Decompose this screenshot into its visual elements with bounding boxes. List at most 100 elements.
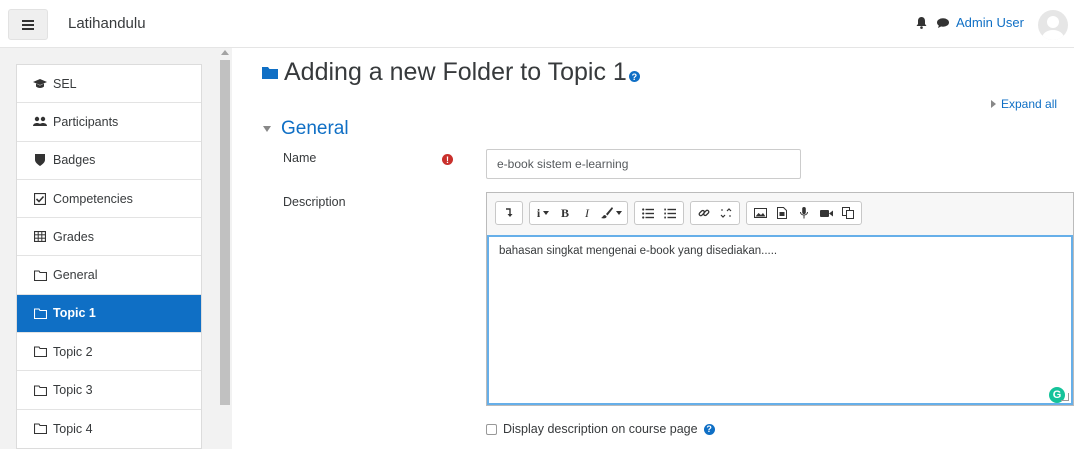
name-label: Name <box>283 151 317 165</box>
avatar-placeholder-icon <box>1042 16 1064 40</box>
check-square-icon <box>34 192 46 205</box>
show-more-buttons[interactable] <box>498 202 520 224</box>
italic-button[interactable]: I <box>576 202 598 224</box>
name-input[interactable] <box>486 149 801 179</box>
bell-icon[interactable] <box>916 17 927 29</box>
sidebar-item-label: Grades <box>53 229 94 244</box>
sidebar-item-label: Badges <box>53 153 96 168</box>
sidebar-item-topic-2[interactable]: Topic 2 <box>17 333 201 372</box>
resize-handle-icon[interactable] <box>1061 393 1069 401</box>
sidebar-item-label: Topic 3 <box>53 383 93 398</box>
user-menu-name[interactable]: Admin User <box>956 15 1024 30</box>
description-label: Description <box>283 195 346 209</box>
unlink-icon <box>720 208 732 218</box>
sidebar-item-label: Topic 1 <box>53 306 96 321</box>
display-description-row: Display description on course page ? <box>486 422 715 436</box>
sidebar-item-label: Participants <box>53 114 119 129</box>
link-icon <box>698 209 710 217</box>
ordered-list-button[interactable] <box>659 202 681 224</box>
microphone-icon <box>800 207 808 219</box>
folder-icon <box>33 346 47 358</box>
record-audio-button[interactable] <box>793 202 815 224</box>
collapse-icon <box>506 208 513 217</box>
folder-icon <box>33 270 47 281</box>
sidebar-item-topic-4[interactable]: Topic 4 <box>17 410 201 448</box>
copy-files-icon <box>842 207 854 219</box>
sidebar-item-topic-3[interactable]: Topic 3 <box>17 371 201 410</box>
paintbrush-icon <box>601 207 613 219</box>
file-icon <box>777 207 787 219</box>
user-avatar[interactable] <box>1038 10 1068 40</box>
insert-media-button[interactable] <box>771 202 793 224</box>
folder-icon <box>33 423 47 435</box>
link-button[interactable] <box>693 202 715 224</box>
caret-down-icon <box>263 126 271 132</box>
bold-button[interactable]: B <box>554 202 576 224</box>
course-nav-list: SEL Participants Badges Competencies Gra… <box>16 64 202 449</box>
chat-icon[interactable] <box>937 18 949 28</box>
description-editor-area[interactable]: bahasan singkat mengenai e-book yang dis… <box>487 235 1073 405</box>
italic-icon: I <box>585 205 589 220</box>
video-camera-icon <box>819 209 833 217</box>
table-icon <box>34 231 46 243</box>
unlink-button[interactable] <box>715 202 737 224</box>
section-general-toggle[interactable]: General <box>263 118 349 140</box>
hamburger-icon <box>22 19 34 30</box>
numbered-list-icon <box>664 208 676 218</box>
required-icon: ! <box>442 154 453 165</box>
insert-image-button[interactable] <box>749 202 771 224</box>
folder-icon <box>33 384 47 396</box>
sidebar-item-label: Topic 2 <box>53 344 93 359</box>
sidebar-item-label: General <box>53 268 98 283</box>
drawer-scrollbar-thumb[interactable] <box>220 60 230 405</box>
help-icon[interactable]: ? <box>703 423 715 435</box>
folder-icon <box>33 308 47 319</box>
caret-down-icon <box>543 211 550 215</box>
sidebar-item-label: Topic 4 <box>53 421 93 436</box>
bold-icon: B <box>560 205 569 220</box>
caret-down-icon <box>616 211 622 215</box>
bullet-list-icon <box>642 207 654 219</box>
users-icon <box>33 117 47 127</box>
folder-icon <box>262 67 278 79</box>
toolbar-group-collapse <box>495 201 523 225</box>
toolbar-group-style: i B I <box>529 201 628 225</box>
sidebar-item-label: SEL <box>53 76 77 91</box>
toolbar-group-media <box>746 201 862 225</box>
section-title: General <box>281 118 349 139</box>
site-name-link[interactable]: Latihandulu <box>68 15 146 32</box>
expand-all-label: Expand all <box>1001 97 1058 111</box>
info-icon: i <box>536 205 541 220</box>
toolbar-group-lists <box>634 201 684 225</box>
sidebar-item-sel[interactable]: SEL <box>17 65 201 104</box>
unordered-list-button[interactable] <box>637 202 659 224</box>
manage-files-button[interactable] <box>837 202 859 224</box>
shield-icon <box>35 154 45 167</box>
paragraph-styles-button[interactable]: i <box>532 202 554 224</box>
font-color-button[interactable] <box>598 202 625 224</box>
atto-editor: i B I bahasan singkat mengenai e-book ya… <box>486 192 1074 406</box>
description-text: bahasan singkat mengenai e-book yang dis… <box>499 245 778 257</box>
page-title: Adding a new Folder to Topic 1 ? <box>262 58 640 87</box>
sidebar-item-badges[interactable]: Badges <box>17 142 201 180</box>
toolbar-group-links <box>690 201 740 225</box>
sidebar-item-grades[interactable]: Grades <box>17 218 201 257</box>
image-icon <box>753 208 767 218</box>
top-navbar: Latihandulu Admin User <box>0 0 1074 48</box>
help-icon[interactable]: ? <box>628 71 640 82</box>
graduation-cap-icon <box>33 78 47 88</box>
caret-right-icon <box>991 100 996 108</box>
display-description-label: Display description on course page <box>503 422 698 436</box>
expand-all-link[interactable]: Expand all <box>991 97 1057 111</box>
hamburger-menu-button[interactable] <box>8 9 48 40</box>
sidebar-item-topic-1[interactable]: Topic 1 <box>17 294 201 334</box>
editor-toolbar: i B I <box>487 193 1073 233</box>
sidebar-item-label: Competencies <box>53 191 133 206</box>
record-video-button[interactable] <box>815 202 837 224</box>
display-description-checkbox[interactable] <box>486 423 497 435</box>
sidebar-item-competencies[interactable]: Competencies <box>17 180 201 219</box>
sidebar-item-general[interactable]: General <box>17 256 201 295</box>
page-title-text: Adding a new Folder to Topic 1 <box>284 58 627 86</box>
scroll-up-arrow-icon[interactable] <box>221 50 229 55</box>
sidebar-item-participants[interactable]: Participants <box>17 103 201 142</box>
